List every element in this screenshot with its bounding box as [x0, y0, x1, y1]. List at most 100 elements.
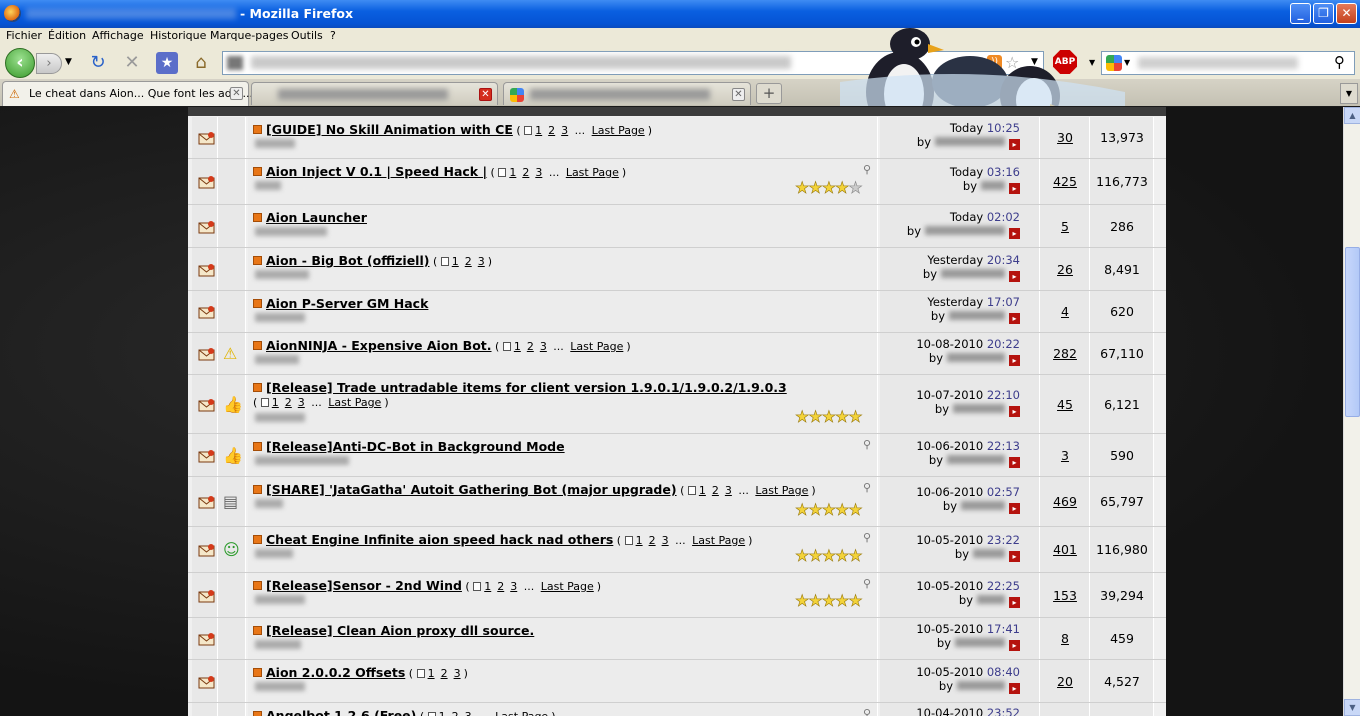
page-link[interactable]: 1 — [272, 396, 279, 409]
tab-aion-cheat[interactable]: ⚠ Le cheat dans Aion... Que font les adm… — [2, 81, 253, 106]
replies-count[interactable]: 26 — [1040, 262, 1090, 277]
page-link[interactable]: 3 — [535, 166, 542, 179]
goto-last-post-icon[interactable]: ▸ — [1009, 313, 1020, 324]
replies-count[interactable]: 30 — [1040, 130, 1090, 145]
last-page-link[interactable]: Last Page — [328, 396, 381, 409]
replies-count[interactable]: 3 — [1040, 448, 1090, 463]
last-poster-blurred[interactable] — [973, 549, 1005, 558]
back-button[interactable]: ‹ — [5, 48, 35, 78]
scroll-thumb[interactable] — [1345, 247, 1360, 417]
page-link[interactable]: 2 — [712, 484, 719, 497]
tab-close-icon[interactable]: ✕ — [732, 88, 745, 101]
page-link[interactable]: 1 — [428, 667, 435, 680]
page-link[interactable]: 1 — [509, 166, 516, 179]
menu-outils[interactable]: Outils — [291, 29, 323, 42]
thread-author-blurred[interactable] — [255, 682, 305, 691]
goto-last-post-icon[interactable]: ▸ — [1009, 503, 1020, 514]
vertical-scrollbar[interactable]: ▲ ▼ — [1343, 107, 1360, 716]
page-link[interactable]: 3 — [454, 667, 461, 680]
page-link[interactable]: 1 — [514, 340, 521, 353]
new-tab-button[interactable]: + — [756, 83, 782, 104]
goto-last-post-icon[interactable]: ▸ — [1009, 640, 1020, 651]
replies-count[interactable]: 153 — [1040, 588, 1090, 603]
goto-last-post-icon[interactable]: ▸ — [1009, 405, 1020, 417]
last-poster-blurred[interactable] — [947, 353, 1005, 362]
page-link[interactable]: 3 — [465, 710, 472, 716]
replies-count[interactable]: 5 — [1040, 219, 1090, 234]
thread-author-blurred[interactable] — [255, 355, 299, 364]
replies-count[interactable]: 45 — [1040, 397, 1090, 412]
search-engine-dropdown-icon[interactable]: ▼ — [1124, 58, 1130, 67]
goto-last-post-icon[interactable]: ▸ — [1009, 596, 1020, 608]
thread-title-link[interactable]: AionNINJA - Expensive Aion Bot. — [266, 338, 492, 353]
page-link[interactable]: 2 — [285, 396, 292, 409]
last-page-link[interactable]: Last Page — [566, 166, 619, 179]
scroll-down-icon[interactable]: ▼ — [1344, 699, 1360, 716]
thread-title-link[interactable]: Cheat Engine Infinite aion speed hack na… — [266, 532, 613, 547]
thread-title-link[interactable]: Aion 2.0.0.2 Offsets — [266, 665, 405, 680]
thread-title-link[interactable]: [Release]Sensor - 2nd Wind — [266, 578, 462, 593]
last-page-link[interactable]: Last Page — [541, 580, 594, 593]
last-poster-blurred[interactable] — [941, 268, 1005, 278]
replies-count[interactable]: 4 — [1040, 304, 1090, 319]
thread-title-link[interactable]: Aion - Big Bot (offiziell) — [266, 253, 429, 268]
last-page-link[interactable]: Last Page — [692, 534, 745, 547]
last-poster-blurred[interactable] — [947, 454, 1005, 464]
search-box[interactable]: ▼ ⚲ — [1101, 51, 1355, 75]
page-link[interactable]: 2 — [497, 580, 504, 593]
maximize-button[interactable]: ❐ — [1313, 3, 1334, 24]
thread-title-link[interactable]: [SHARE] 'JataGatha' Autoit Gathering Bot… — [266, 482, 677, 497]
thread-author-blurred[interactable] — [255, 139, 295, 148]
goto-last-post-icon[interactable]: ▸ — [1009, 139, 1020, 150]
replies-count[interactable]: 282 — [1040, 346, 1090, 361]
reload-icon[interactable]: ↻ — [87, 52, 109, 74]
scroll-up-icon[interactable]: ▲ — [1344, 107, 1360, 124]
last-page-link[interactable]: Last Page — [570, 340, 623, 353]
thread-title-link[interactable]: Angelbot 1.2.6 (Free) — [266, 708, 416, 716]
goto-last-post-icon[interactable]: ▸ — [1009, 355, 1020, 366]
page-link[interactable]: 2 — [465, 255, 472, 268]
history-dropdown-icon[interactable]: ▼ — [65, 57, 72, 67]
thread-author-blurred[interactable] — [255, 549, 293, 558]
page-link[interactable]: 3 — [298, 396, 305, 409]
page-link[interactable]: 1 — [439, 710, 446, 716]
goto-last-post-icon[interactable]: ▸ — [1009, 551, 1020, 562]
goto-last-post-icon[interactable]: ▸ — [1009, 456, 1020, 468]
adblock-dropdown-icon[interactable]: ▼ — [1089, 58, 1095, 67]
stop-icon[interactable]: ✕ — [121, 52, 143, 74]
page-link[interactable]: 2 — [441, 667, 448, 680]
tab-forum[interactable]: ✕ — [251, 82, 498, 105]
page-link[interactable]: 1 — [636, 534, 643, 547]
url-bar[interactable]: )) ☆ ▼ — [222, 51, 1044, 75]
home-icon[interactable]: ⌂ — [190, 52, 212, 74]
rss-icon[interactable]: )) — [987, 55, 1002, 70]
google-icon[interactable] — [1106, 55, 1122, 71]
page-link[interactable]: 3 — [540, 340, 547, 353]
thread-title-link[interactable]: [GUIDE] No Skill Animation with CE — [266, 122, 513, 137]
page-link[interactable]: 2 — [548, 124, 555, 137]
page-link[interactable]: 1 — [452, 255, 459, 268]
page-link[interactable]: 1 — [535, 124, 542, 137]
thread-author-blurred[interactable] — [255, 227, 327, 236]
page-link[interactable]: 2 — [522, 166, 529, 179]
replies-count[interactable]: 469 — [1040, 494, 1090, 509]
page-link[interactable]: 3 — [662, 534, 669, 547]
menu-fichier[interactable]: Fichier — [6, 29, 42, 42]
last-poster-blurred[interactable] — [955, 638, 1005, 647]
thread-title-link[interactable]: Aion P-Server GM Hack — [266, 296, 428, 311]
page-link[interactable]: 2 — [649, 534, 656, 547]
goto-last-post-icon[interactable]: ▸ — [1009, 682, 1020, 694]
goto-last-post-icon[interactable]: ▸ — [1009, 270, 1020, 282]
page-link[interactable]: 3 — [510, 580, 517, 593]
last-poster-blurred[interactable] — [935, 137, 1005, 146]
bookmark-icon[interactable]: ☆ — [1005, 53, 1019, 72]
forward-button[interactable]: › — [36, 53, 62, 74]
thread-author-blurred[interactable] — [255, 313, 305, 322]
thread-author-blurred[interactable] — [255, 499, 283, 508]
thread-author-blurred[interactable] — [255, 270, 309, 279]
last-poster-blurred[interactable] — [953, 403, 1005, 413]
thread-title-link[interactable]: [Release]Anti-DC-Bot in Background Mode — [266, 439, 565, 454]
adblock-plus-icon[interactable]: ABP — [1053, 50, 1077, 74]
goto-last-post-icon[interactable]: ▸ — [1009, 227, 1020, 239]
tab-close-icon[interactable]: ✕ — [479, 88, 492, 101]
